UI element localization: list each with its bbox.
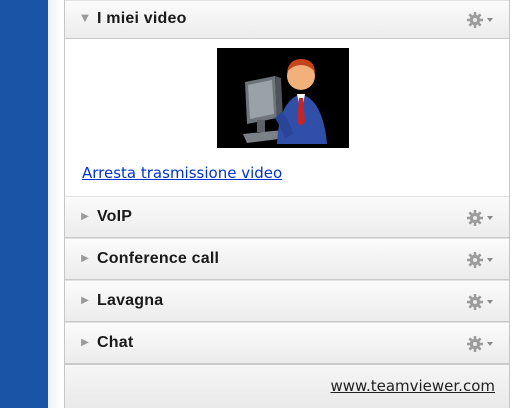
section-title: Chat [97, 334, 134, 351]
section-header-conference-call[interactable]: ▶ Conference call [65, 238, 509, 280]
section-title: Lavagna [97, 292, 164, 309]
stop-video-link[interactable]: Arresta trasmissione video [82, 164, 282, 182]
window-right-edge [510, 0, 516, 408]
triangle-right-icon[interactable]: ▶ [79, 211, 91, 223]
section-title: I miei video [97, 10, 187, 27]
section-header-whiteboard[interactable]: ▶ Lavagna [65, 280, 509, 322]
section-header-my-video[interactable]: ▼ I miei video [65, 0, 509, 39]
section-header-voip[interactable]: ▶ VoIP [65, 196, 509, 238]
triangle-right-icon[interactable]: ▶ [79, 337, 91, 349]
my-video-content: Arresta trasmissione video [65, 40, 509, 196]
gear-icon[interactable] [465, 292, 495, 312]
session-widget-panel: ▼ I miei video Arresta trasmissione vide… [64, 0, 510, 408]
section-title: VoIP [97, 208, 133, 225]
footer-bar: www.teamviewer.com [65, 364, 509, 408]
section-header-chat[interactable]: ▶ Chat [65, 322, 509, 364]
teamviewer-website-link[interactable]: www.teamviewer.com [331, 377, 495, 395]
triangle-right-icon[interactable]: ▶ [79, 253, 91, 265]
gear-icon[interactable] [465, 10, 495, 30]
triangle-down-icon[interactable]: ▼ [79, 13, 91, 25]
window-edge-bar [0, 0, 48, 408]
section-title: Conference call [97, 250, 220, 267]
panel-margin [48, 0, 62, 408]
gear-icon[interactable] [465, 208, 495, 228]
user-at-computer-icon [217, 48, 349, 148]
triangle-right-icon[interactable]: ▶ [79, 295, 91, 307]
gear-icon[interactable] [465, 250, 495, 270]
gear-icon[interactable] [465, 334, 495, 354]
